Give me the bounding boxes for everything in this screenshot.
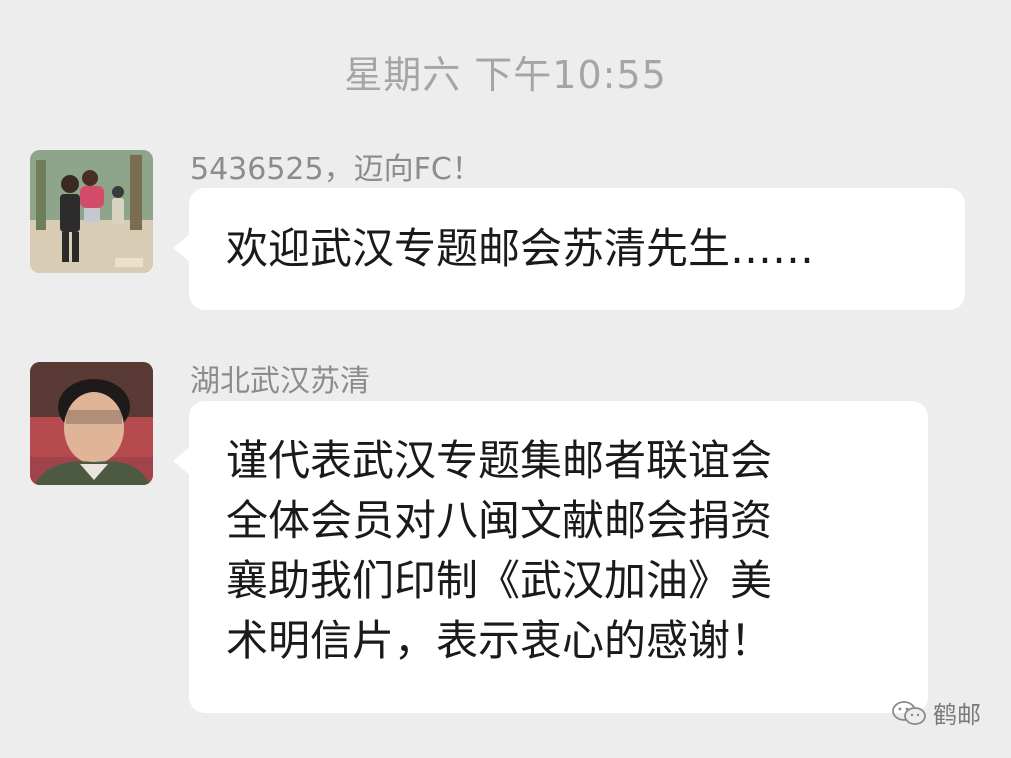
message-bubble[interactable]: 谨代表武汉专题集邮者联谊会 全体会员对八闽文献邮会捐资 襄助我们印制《武汉加油》… [173, 401, 928, 713]
bubble-tail [173, 447, 190, 475]
source-watermark: 鹤邮 [891, 695, 981, 730]
message-text: 欢迎武汉专题邮会苏清先生…… [226, 224, 815, 273]
message-timestamp: 星期六 下午10:55 [344, 53, 667, 97]
message-text-line: 襄助我们印制《武汉加油》美 [226, 556, 773, 605]
avatar[interactable] [30, 150, 153, 273]
avatar[interactable] [30, 362, 153, 485]
sender-name: 湖北武汉苏清 [190, 364, 370, 399]
sender-name: 5436525，迈向FC！ [190, 152, 482, 187]
message-text-line: 全体会员对八闽文献邮会捐资 [226, 496, 773, 545]
wechat-icon [892, 700, 926, 725]
message-text-line: 谨代表武汉专题集邮者联谊会 [226, 436, 773, 485]
watermark-text: 鹤邮 [933, 701, 981, 729]
message-bubble[interactable]: 欢迎武汉专题邮会苏清先生…… [173, 188, 965, 310]
bubble-tail [173, 234, 190, 262]
avatar-photo-man [30, 362, 153, 485]
avatar-photo-couple [30, 150, 153, 273]
message-text-line: 术明信片，表示衷心的感谢！ [226, 616, 773, 665]
